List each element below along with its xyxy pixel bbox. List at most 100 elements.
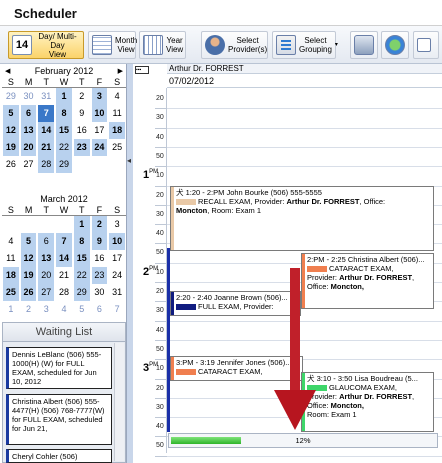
calendar-day[interactable]: 26 [20, 284, 37, 301]
calendar-day[interactable]: 7 [56, 233, 72, 250]
calendar-day[interactable]: 2 [21, 301, 37, 318]
calendar-day[interactable]: 28 [56, 284, 72, 301]
calendar-day[interactable]: 25 [109, 139, 125, 156]
waiting-list-item[interactable]: Cheryl Cohler (506) [6, 449, 112, 463]
calendar-day[interactable]: 29 [73, 284, 90, 301]
calendar-day[interactable]: 31 [109, 284, 125, 301]
calendar-day[interactable]: 7 [109, 301, 125, 318]
waiting-list-scrollbar[interactable] [114, 343, 124, 461]
calendar-day[interactable]: 29 [3, 88, 19, 105]
calendar-day[interactable]: 12 [20, 250, 37, 267]
calendar-day[interactable]: 1 [56, 88, 72, 105]
prev-month-icon[interactable]: ◀ [5, 67, 10, 75]
calendar-day[interactable]: 18 [109, 122, 125, 139]
calendar-day[interactable]: 8 [56, 105, 72, 122]
globe-button[interactable] [381, 31, 409, 59]
calendar-day[interactable]: 19 [3, 139, 19, 156]
calendar-day[interactable]: 4 [56, 301, 72, 318]
appointment-type: GLAUCOMA EXAM, [329, 383, 397, 392]
calendar-day[interactable]: 29 [56, 156, 72, 173]
calendar-day[interactable]: 27 [21, 156, 37, 173]
calendar-day[interactable]: 9 [74, 105, 90, 122]
calendar-day[interactable]: 14 [56, 250, 72, 267]
time-ruler: 20 30 40 50 10 20 30 40 50 10 20 30 40 50 10 20 30 40 50 1P… [133, 88, 167, 457]
calendar-day[interactable]: 13 [38, 250, 55, 267]
calendar-day[interactable]: 9 [91, 233, 108, 250]
calendar-day[interactable]: 20 [20, 139, 37, 156]
waiting-list-item[interactable]: Dennis LeBlanc (506) 555-1000(H) (W) for… [6, 347, 112, 389]
calendar-day[interactable]: 5 [74, 301, 90, 318]
user-button[interactable] [413, 31, 439, 59]
appointment[interactable]: ⽝ 3:10 - 3:50 Lisa Boudreau (5... GLAUCO… [301, 372, 434, 432]
calendar-day[interactable]: 12 [3, 122, 19, 139]
weekday-label: F [96, 205, 103, 215]
calendar-day[interactable]: 30 [92, 284, 108, 301]
calendar-day[interactable]: 23 [73, 139, 90, 156]
more-icon[interactable]: ▪▪▪ [135, 66, 149, 74]
calendar-day[interactable]: 15 [73, 250, 90, 267]
calendar-day[interactable]: 14 [38, 122, 55, 139]
calendar-day[interactable]: 4 [109, 88, 125, 105]
select-grouping-button[interactable]: Select Grouping ▾ [272, 31, 338, 59]
calendar-day[interactable]: 1 [3, 301, 19, 318]
appointment[interactable]: ⽝ 1:20 - 2:PM John Bourke (506) 555-5555… [170, 186, 434, 251]
calendar-day[interactable]: 5 [3, 105, 19, 122]
next-month-icon[interactable]: ▶ [118, 67, 123, 75]
calendar-day[interactable]: 28 [38, 156, 55, 173]
day-view-button[interactable]: 14 Day/ Multi-Day View [8, 31, 84, 59]
calendar-day[interactable]: 27 [38, 284, 55, 301]
calendar-day[interactable]: 26 [3, 156, 19, 173]
calendar-day[interactable]: 11 [109, 105, 125, 122]
calendar-day[interactable]: 4 [3, 233, 19, 250]
calendar-day[interactable]: 6 [38, 233, 55, 250]
calendar-day[interactable]: 13 [20, 122, 37, 139]
calendar-day[interactable]: 17 [92, 122, 108, 139]
calendar-day[interactable]: 21 [38, 139, 55, 156]
calendar-day[interactable]: 19 [20, 267, 37, 284]
year-view-button[interactable]: Year View [139, 31, 186, 59]
calendar-day[interactable]: 17 [109, 250, 125, 267]
calendar-day[interactable]: 2 [91, 216, 108, 233]
calendar-day[interactable]: 6 [92, 301, 108, 318]
print-button[interactable] [350, 31, 378, 59]
calendar-day[interactable]: 5 [20, 233, 37, 250]
calendar-day[interactable]: 24 [91, 139, 108, 156]
calendar-day[interactable]: 11 [3, 250, 19, 267]
weekday-label: T [78, 205, 85, 215]
calendar-day[interactable]: 24 [109, 267, 125, 284]
calendar-day[interactable]: 21 [56, 267, 72, 284]
minute-label: 30 [156, 114, 164, 122]
calendar-month-title: March 2012 [40, 194, 88, 204]
calendar-day[interactable]: 10 [91, 105, 108, 122]
month-view-button[interactable]: Month View [88, 31, 137, 59]
weekday-label: M [24, 205, 33, 215]
calendar-day[interactable]: 16 [74, 122, 90, 139]
calendar-day[interactable]: 25 [3, 284, 19, 301]
calendar-day[interactable]: 1 [73, 216, 90, 233]
calendar-day[interactable]: 18 [3, 267, 19, 284]
calendar-day[interactable]: 3 [109, 216, 125, 233]
calendar-day[interactable]: 2 [74, 88, 90, 105]
calendar-day[interactable]: 10 [109, 233, 125, 250]
waiting-list-item[interactable]: Christina Albert (506) 555-4477(H) (506)… [6, 394, 112, 445]
calendar-day[interactable]: 23 [91, 267, 108, 284]
user-icon [417, 38, 431, 52]
calendar-day[interactable]: 30 [21, 88, 37, 105]
calendar-day[interactable]: 15 [56, 122, 72, 139]
minute-label: 40 [156, 133, 164, 141]
appointment[interactable]: 2:20 - 2:40 Joanne Brown (506)... FULL E… [170, 291, 301, 316]
appointment[interactable]: 2:PM - 2:25 Christina Albert (506)... CA… [301, 253, 434, 309]
calendar-day[interactable]: 31 [38, 88, 54, 105]
calendar-day[interactable]: 6 [20, 105, 37, 122]
select-providers-button[interactable]: Select Provider(s) [201, 31, 268, 59]
calendar-day[interactable]: 3 [38, 301, 54, 318]
calendar-day[interactable]: 7 [38, 105, 55, 122]
appointment[interactable]: 3:PM - 3:19 Jennifer Jones (506)... CATA… [170, 356, 303, 381]
calendar-day[interactable]: 16 [92, 250, 108, 267]
month-calendar-icon [92, 35, 112, 55]
calendar-day[interactable]: 22 [73, 267, 90, 284]
calendar-day[interactable]: 3 [91, 88, 108, 105]
calendar-day[interactable]: 20 [38, 267, 55, 284]
calendar-day[interactable]: 8 [73, 233, 90, 250]
calendar-day[interactable]: 22 [56, 139, 72, 156]
